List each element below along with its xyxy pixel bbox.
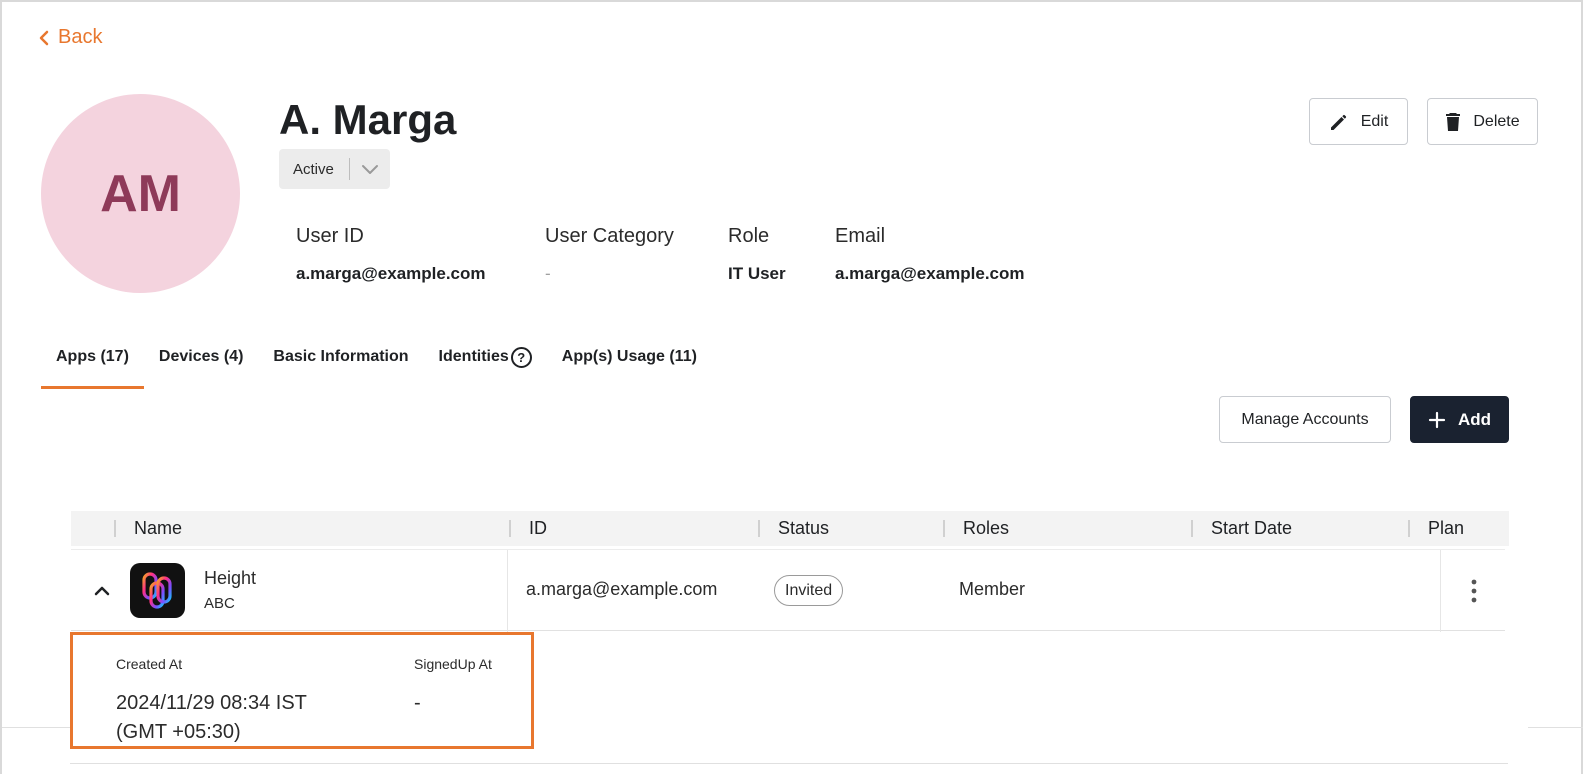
user-category-label: User Category xyxy=(545,225,674,247)
user-id-value: a.marga@example.com xyxy=(296,264,486,283)
email-label: Email xyxy=(835,225,886,247)
cell-divider xyxy=(507,550,508,632)
divider xyxy=(1528,727,1583,728)
row-detail-panel: Created At 2024/11/29 08:34 IST (GMT +05… xyxy=(70,632,534,749)
page-title: A. Marga xyxy=(279,96,457,143)
more-vertical-icon[interactable] xyxy=(1466,578,1482,604)
column-divider[interactable] xyxy=(509,520,511,537)
column-header-name[interactable]: Name xyxy=(134,518,182,539)
role-cell: Member xyxy=(959,579,1026,599)
column-header-status[interactable]: Status xyxy=(778,518,829,539)
chevron-up-icon[interactable] xyxy=(91,580,113,602)
column-header-start-date[interactable]: Start Date xyxy=(1211,518,1292,539)
cell-divider xyxy=(1440,550,1441,632)
manage-accounts-label: Manage Accounts xyxy=(1241,410,1369,428)
tab-identities[interactable]: Identities? xyxy=(424,340,547,389)
back-link[interactable]: Back xyxy=(38,26,102,49)
avatar-initials: AM xyxy=(100,164,181,223)
status-badge: Invited xyxy=(774,575,844,606)
user-id-label: User ID xyxy=(296,225,364,247)
trash-icon xyxy=(1446,112,1461,131)
signed-up-at-value: - xyxy=(414,692,421,714)
chevron-down-icon xyxy=(350,163,390,175)
tab-basic-information-label: Basic Information xyxy=(273,348,409,365)
account-id: a.marga@example.com xyxy=(526,579,718,599)
divider xyxy=(70,763,1508,764)
column-header-id[interactable]: ID xyxy=(529,518,547,539)
signed-up-at-label: SignedUp At xyxy=(414,656,492,672)
column-header-roles[interactable]: Roles xyxy=(963,518,1009,539)
tab-basic-information[interactable]: Basic Information xyxy=(258,340,423,389)
edit-button-label: Edit xyxy=(1360,112,1389,130)
column-divider[interactable] xyxy=(758,520,760,537)
divider xyxy=(2,727,70,728)
app-name[interactable]: Height xyxy=(204,568,256,589)
column-divider[interactable] xyxy=(1408,520,1410,537)
tab-identities-label: Identities xyxy=(438,348,509,365)
tab-bar: Apps (17) Devices (4) Basic Information … xyxy=(41,340,712,389)
manage-accounts-button[interactable]: Manage Accounts xyxy=(1219,396,1391,443)
role-label: Role xyxy=(728,225,770,247)
table-row[interactable]: Height ABC a.marga@example.com Invited M… xyxy=(71,549,1505,632)
column-divider[interactable] xyxy=(1191,520,1193,537)
delete-button[interactable]: Delete xyxy=(1427,98,1538,145)
role-value: IT User xyxy=(728,264,786,283)
chevron-left-icon xyxy=(39,30,49,45)
table-header: Name ID Status Roles Start Date Plan xyxy=(71,511,1509,546)
tab-app-usage-label: App(s) Usage (11) xyxy=(561,348,697,365)
tab-apps-label: Apps (17) xyxy=(56,348,129,365)
pencil-icon xyxy=(1330,114,1346,130)
edit-button[interactable]: Edit xyxy=(1309,98,1408,145)
user-category-value: - xyxy=(545,264,551,283)
email-value: a.marga@example.com xyxy=(835,264,1025,283)
back-label: Back xyxy=(58,26,103,48)
delete-button-label: Delete xyxy=(1473,112,1520,130)
status-dropdown[interactable]: Active xyxy=(279,149,390,189)
created-at-value: 2024/11/29 08:34 IST (GMT +05:30) xyxy=(116,692,307,743)
column-header-plan[interactable]: Plan xyxy=(1428,518,1464,539)
add-button-label: Add xyxy=(1457,409,1492,429)
column-divider xyxy=(114,520,116,537)
app-instance: ABC xyxy=(204,595,235,612)
plus-icon xyxy=(1428,411,1446,428)
add-button[interactable]: Add xyxy=(1410,396,1509,443)
column-divider[interactable] xyxy=(943,520,945,537)
tab-app-usage[interactable]: App(s) Usage (11) xyxy=(547,340,712,389)
height-app-logo xyxy=(130,563,185,618)
created-at-label: Created At xyxy=(116,656,183,672)
tab-devices[interactable]: Devices (4) xyxy=(144,340,259,389)
tab-devices-label: Devices (4) xyxy=(158,348,244,365)
tab-apps[interactable]: Apps (17) xyxy=(41,340,144,389)
status-dropdown-value: Active xyxy=(293,160,334,178)
avatar: AM xyxy=(41,94,240,293)
help-circle-icon[interactable]: ? xyxy=(510,347,532,368)
